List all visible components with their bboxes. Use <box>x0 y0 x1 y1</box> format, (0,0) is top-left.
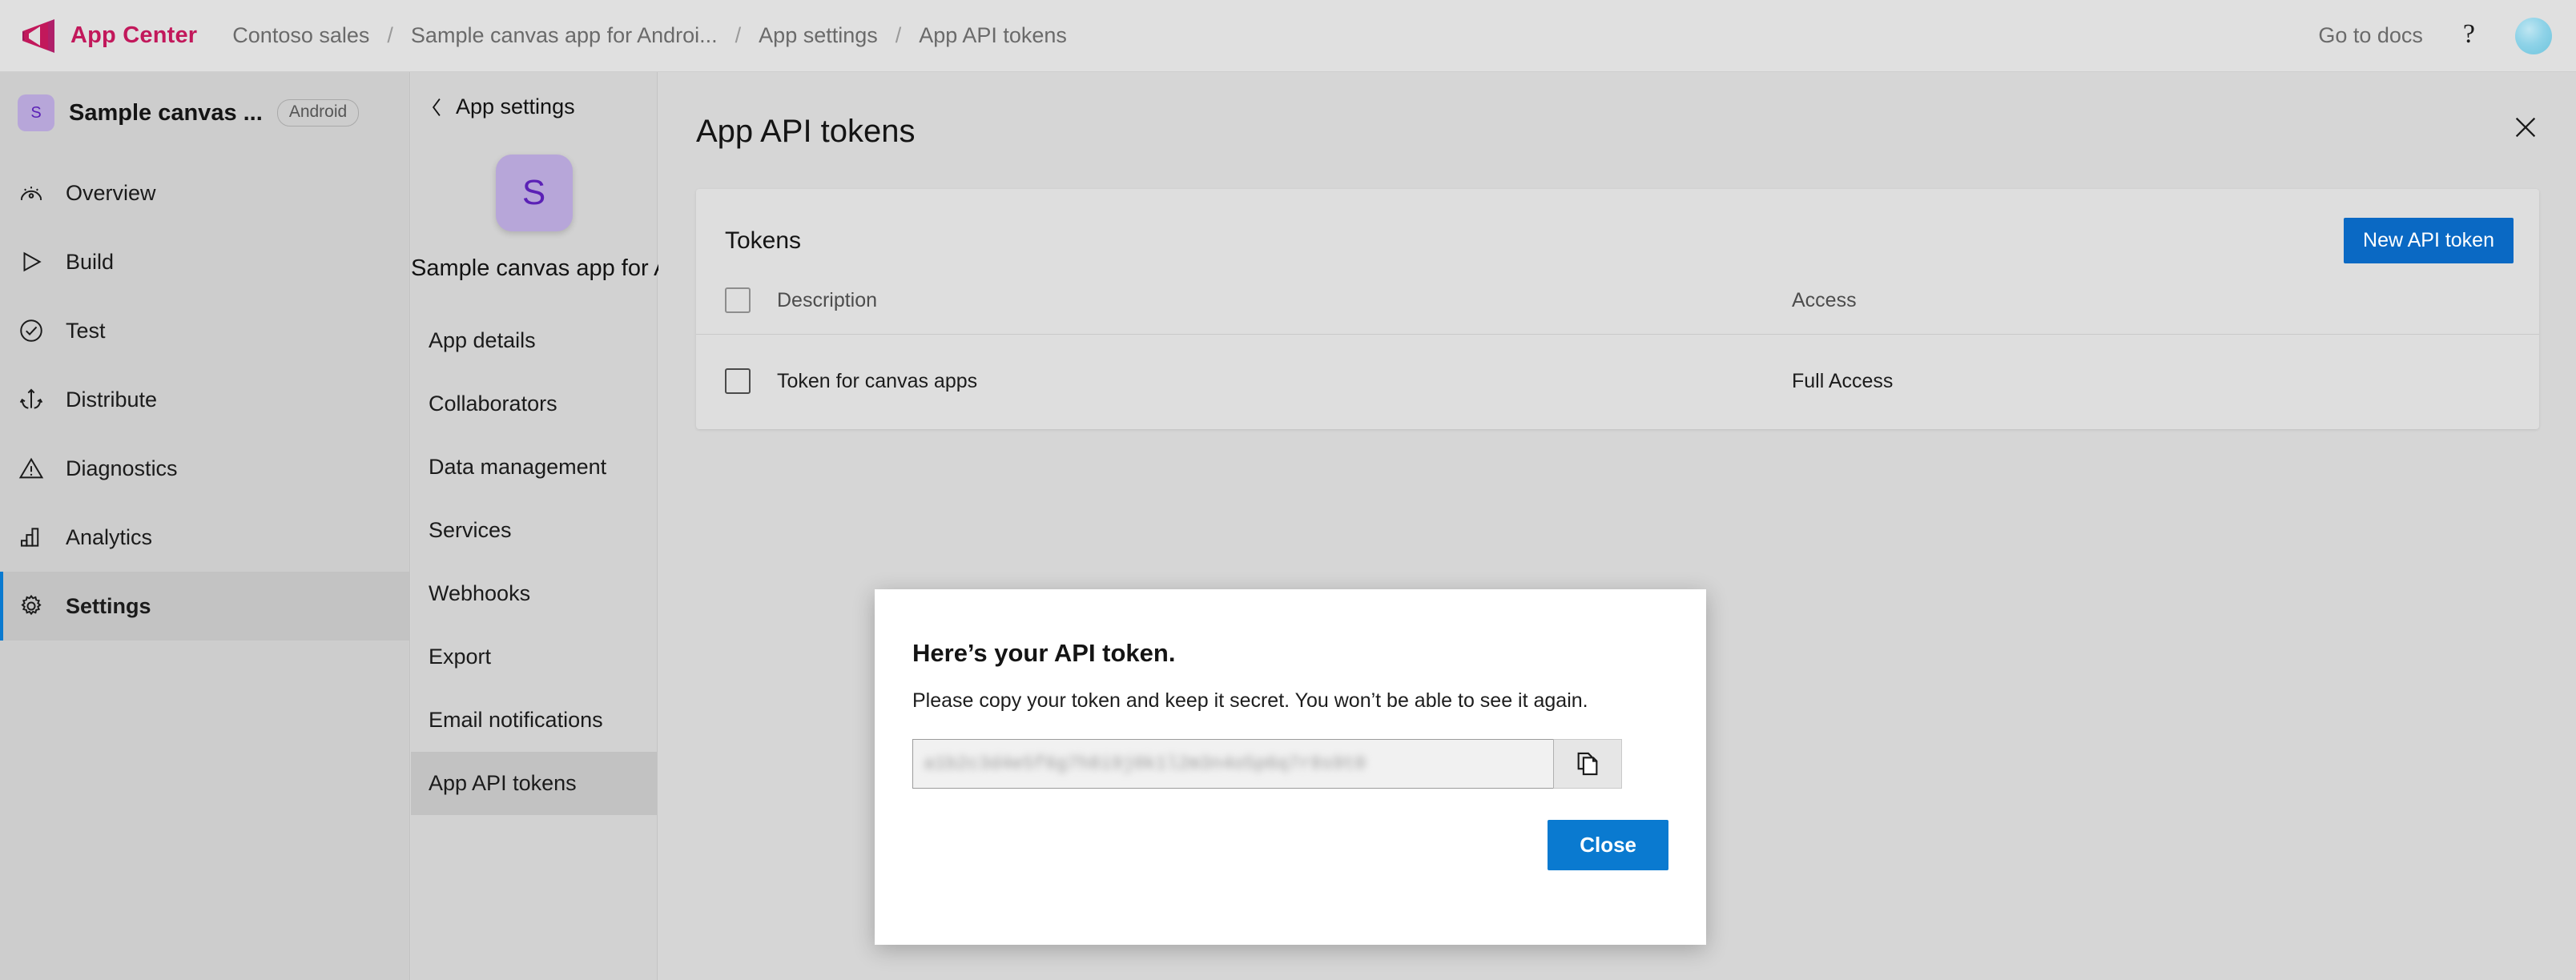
visual-studio-app-center-logo-icon <box>22 18 54 53</box>
page-title: App API tokens <box>696 114 916 149</box>
question-mark-icon[interactable]: ? <box>2463 20 2475 51</box>
settings-item-export[interactable]: Export <box>411 625 657 689</box>
sidebar-item-label: Diagnostics <box>66 456 178 480</box>
tokens-table-header: Description Access <box>696 263 2539 335</box>
sidebar-item-label: Settings <box>66 593 151 618</box>
cell-access: Full Access <box>1792 369 1894 392</box>
app-full-name: Sample canvas app for Android OS <box>411 255 774 281</box>
go-to-docs-link[interactable]: Go to docs <box>2318 23 2423 48</box>
avatar[interactable] <box>2515 17 2552 54</box>
back-to-app-settings-button[interactable]: App settings <box>411 72 657 119</box>
sidebar-item-test[interactable]: Test <box>0 296 409 365</box>
tokens-card-header: Tokens New API token <box>696 189 2539 263</box>
breadcrumb-separator: / <box>895 23 902 47</box>
sidebar-item-distribute[interactable]: Distribute <box>0 365 409 434</box>
brand[interactable]: App Center <box>0 17 197 55</box>
tokens-card-title: Tokens <box>725 227 802 254</box>
sidebar-item-label: Overview <box>66 180 156 205</box>
settings-item-app-api-tokens[interactable]: App API tokens <box>411 752 657 815</box>
table-row[interactable]: Token for canvas apps Full Access <box>696 335 2539 429</box>
left-nav-rail: S Sample canvas ... Android Overview Bui… <box>0 72 410 980</box>
os-badge: Android <box>276 99 360 127</box>
top-header: App Center Contoso sales / Sample canvas… <box>0 0 2576 72</box>
tokens-card: Tokens New API token Description Access … <box>696 189 2539 429</box>
check-circle-icon <box>20 319 42 342</box>
settings-item-webhooks[interactable]: Webhooks <box>411 562 657 625</box>
gear-icon <box>21 594 42 616</box>
back-label: App settings <box>456 94 575 118</box>
breadcrumb: Contoso sales / Sample canvas app for An… <box>232 23 1067 48</box>
sidebar-item-label: Test <box>66 318 106 343</box>
close-x-icon[interactable] <box>2512 114 2539 141</box>
column-header-access: Access <box>1792 288 1857 311</box>
breadcrumb-item-0[interactable]: Contoso sales <box>232 23 369 48</box>
cell-description: Token for canvas apps <box>777 369 978 392</box>
breadcrumb-separator: / <box>735 23 742 47</box>
copy-token-button[interactable] <box>1553 739 1622 789</box>
chevron-left-icon <box>432 98 441 116</box>
sidebar-item-analytics[interactable]: Analytics <box>0 503 409 572</box>
sidebar-item-settings[interactable]: Settings <box>0 572 409 641</box>
app-icon-large: S <box>495 155 573 231</box>
header-actions: Go to docs ? <box>2318 17 2576 54</box>
bar-chart-icon <box>20 528 39 547</box>
app-icon-tile: S <box>18 94 54 131</box>
sidebar-item-overview[interactable]: Overview <box>0 159 409 227</box>
dialog-title: Here’s your API token. <box>912 639 1176 667</box>
breadcrumb-item-2[interactable]: App settings <box>759 23 878 48</box>
settings-item-email-notifications[interactable]: Email notifications <box>411 689 657 752</box>
column-header-description: Description <box>777 288 878 311</box>
token-value-text: a1b2c3d4e5f6g7h8i9j0k1l2m3n4o5p6q7r8s9t0 <box>924 753 1366 774</box>
distribute-icon <box>19 388 43 409</box>
copy-pages-icon <box>1577 752 1598 776</box>
rail-nav-list: Overview Build Test Distribute Diagnosti… <box>0 159 409 641</box>
breadcrumb-item-1[interactable]: Sample canvas app for Androi... <box>411 23 718 48</box>
settings-item-collaborators[interactable]: Collaborators <box>411 372 657 436</box>
sidebar-item-label: Distribute <box>66 387 158 412</box>
sidebar-item-build[interactable]: Build <box>0 227 409 296</box>
dialog-footer: Close <box>875 789 1706 870</box>
play-icon <box>23 251 42 272</box>
settings-menu-list: App details Collaborators Data managemen… <box>411 309 657 815</box>
settings-item-app-details[interactable]: App details <box>411 309 657 372</box>
settings-item-services[interactable]: Services <box>411 499 657 562</box>
sidebar-item-label: Build <box>66 249 115 274</box>
app-initial-large: S <box>521 173 546 212</box>
brand-name: App Center <box>70 22 198 48</box>
gauge-icon <box>20 187 42 200</box>
close-button[interactable]: Close <box>1548 820 1668 870</box>
settings-item-data-management[interactable]: Data management <box>411 436 657 499</box>
breadcrumb-item-3[interactable]: App API tokens <box>919 23 1067 48</box>
select-all-checkbox[interactable] <box>725 287 751 313</box>
sidebar-item-diagnostics[interactable]: Diagnostics <box>0 434 409 503</box>
rail-app-title: Sample canvas ... <box>69 99 263 126</box>
app-settings-panel: App settings S Sample canvas app for And… <box>411 72 774 980</box>
rail-app-header: S Sample canvas ... Android <box>0 72 409 131</box>
main-header: App API tokens <box>658 72 2576 150</box>
app-icon-large-wrap: S <box>411 155 657 231</box>
token-input-row: a1b2c3d4e5f6g7h8i9j0k1l2m3n4o5p6q7r8s9t0 <box>912 739 1706 789</box>
sidebar-item-label: Analytics <box>66 524 153 549</box>
new-api-token-button[interactable]: New API token <box>2344 218 2514 263</box>
row-checkbox[interactable] <box>725 368 751 394</box>
breadcrumb-separator: / <box>387 23 393 47</box>
token-input[interactable]: a1b2c3d4e5f6g7h8i9j0k1l2m3n4o5p6q7r8s9t0 <box>912 739 1553 789</box>
dialog-subtitle: Please copy your token and keep it secre… <box>912 689 1588 712</box>
app-initial: S <box>30 103 42 122</box>
warning-triangle-icon <box>18 457 44 479</box>
api-token-dialog: Here’s your API token. Please copy your … <box>875 589 1706 945</box>
